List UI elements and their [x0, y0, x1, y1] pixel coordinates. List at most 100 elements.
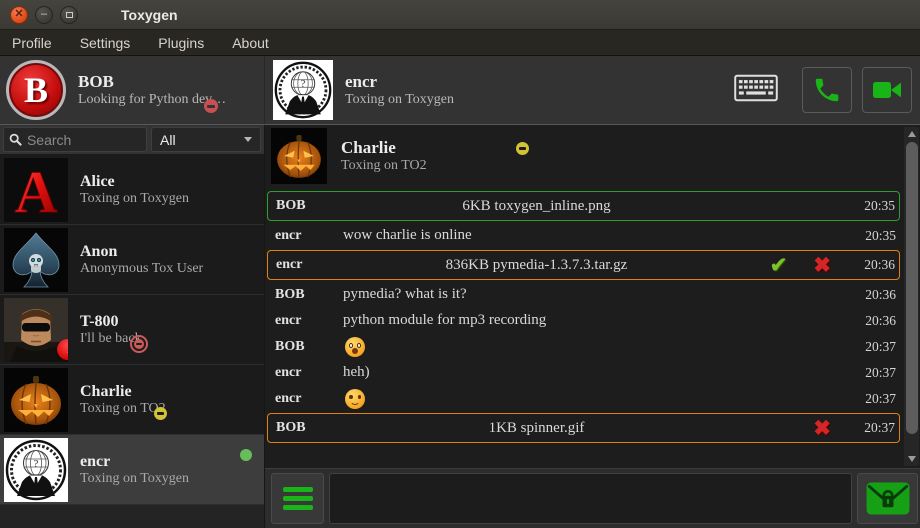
encr-avatar: ? [4, 438, 68, 502]
contact-status-message: Anonymous Tox User [80, 261, 203, 277]
chat-peer-status-message: Toxing on TO2 [341, 158, 529, 174]
menu-profile[interactable]: Profile [12, 35, 52, 51]
search-icon [9, 132, 22, 147]
contact-list: A Alice Toxing on Toxygen [0, 155, 264, 528]
away-status-icon [516, 142, 529, 155]
svg-text:?: ? [301, 79, 306, 90]
away-status-icon [154, 407, 167, 420]
window-close-button[interactable]: ✕ [10, 6, 28, 24]
contact-row-encr[interactable]: ? encr Toxing on Toxygen [0, 435, 264, 505]
chevron-down-icon [244, 137, 252, 142]
text-message: encr wow charlie is online 20:35 [267, 223, 900, 248]
message-time: 20:37 [841, 420, 899, 436]
contact-name: Alice [80, 173, 189, 191]
t800-avatar: 2 [4, 298, 68, 362]
app-window: ✕ – Toxygen Profile Settings Plugins Abo… [0, 0, 920, 528]
smile-emoji-icon [345, 389, 365, 409]
top-panel: B BOB Looking for Python dev… [0, 56, 920, 125]
send-message-button[interactable] [857, 473, 918, 524]
window-minimize-button[interactable]: – [35, 6, 53, 24]
scroll-up-arrow[interactable] [904, 127, 919, 141]
active-contact-name: encr [345, 72, 454, 92]
message-sender: encr [267, 313, 343, 329]
message-time: 20:35 [841, 198, 899, 214]
message-time: 20:36 [842, 287, 900, 303]
chat-area: Charlie Toxing on TO2 BOB 6KB toxygen_in… [265, 125, 920, 528]
message-list: BOB 6KB toxygen_inline.png 20:35 encr wo… [265, 187, 902, 443]
message-sender: BOB [267, 339, 343, 355]
avatar-letter: B [24, 69, 48, 111]
window-title: Toxygen [121, 7, 178, 23]
charlie-avatar [4, 368, 68, 432]
menu-icon [283, 487, 313, 492]
message-sender: encr [268, 257, 344, 273]
contacts-filter-dropdown[interactable]: All [151, 127, 261, 152]
chat-peer-name: Charlie [341, 138, 396, 158]
audio-call-button[interactable] [802, 67, 852, 113]
contact-name: Charlie [80, 383, 166, 401]
message-sender: encr [267, 391, 343, 407]
emoji-message: BOB 20:37 [267, 334, 900, 359]
message-time: 20:37 [842, 339, 900, 355]
svg-text:?: ? [34, 458, 39, 470]
anon-avatar [4, 228, 68, 292]
phone-icon [812, 75, 842, 105]
chat-scroll-region: Charlie Toxing on TO2 BOB 6KB toxygen_in… [265, 125, 920, 468]
message-text: heh) [343, 364, 730, 381]
keyboard-icon[interactable] [734, 74, 778, 107]
message-composer [265, 468, 920, 528]
message-input[interactable] [329, 473, 852, 524]
menubar: Profile Settings Plugins About [0, 30, 920, 56]
contact-row-t800[interactable]: 2 T-800 I'll be back [0, 295, 264, 365]
menu-settings[interactable]: Settings [80, 35, 131, 51]
unread-count-badge: 2 [57, 339, 68, 360]
alice-avatar: A [4, 158, 68, 222]
secure-send-icon [866, 482, 910, 515]
message-sender: encr [267, 228, 343, 244]
cancel-file-button[interactable]: ✖ [813, 255, 831, 276]
busy-status-icon[interactable] [204, 99, 218, 113]
message-sender: encr [267, 365, 343, 381]
active-contact-card: ? encr Toxing on Toxygen [265, 56, 462, 124]
scrollbar-thumb[interactable] [906, 142, 918, 434]
message-time: 20:35 [842, 228, 900, 244]
message-sender: BOB [267, 287, 343, 303]
titlebar: ✕ – Toxygen [0, 0, 920, 30]
active-contact-status-message: Toxing on Toxygen [345, 92, 454, 108]
attachments-menu-button[interactable] [271, 473, 324, 524]
message-time: 20:36 [841, 257, 899, 273]
chat-scrollbar[interactable] [904, 127, 919, 466]
message-time: 20:37 [842, 391, 900, 407]
self-profile-card: B BOB Looking for Python dev… [0, 56, 265, 124]
message-text: pymedia? what is it? [343, 286, 730, 303]
accept-file-button[interactable]: ✔ [770, 255, 788, 276]
file-transfer-message: BOB 6KB toxygen_inline.png 20:35 [267, 191, 900, 221]
contact-row-charlie[interactable]: Charlie Toxing on TO2 [0, 365, 264, 435]
self-name[interactable]: BOB [78, 72, 226, 92]
contact-row-alice[interactable]: A Alice Toxing on Toxygen [0, 155, 264, 225]
file-transfer-message: BOB 1KB spinner.gif ✖ 20:37 [267, 413, 900, 443]
contact-status-message: Toxing on TO2 [80, 401, 166, 417]
text-message: encr heh) 20:37 [267, 360, 900, 385]
emoji-message: encr 20:37 [267, 386, 900, 411]
message-sender: BOB [268, 198, 344, 214]
contacts-sidebar: All A [0, 125, 265, 528]
video-call-button[interactable] [862, 67, 912, 113]
chat-peer-avatar [271, 128, 327, 184]
window-maximize-button[interactable] [60, 6, 78, 24]
file-transfer-message: encr 836KB pymedia-1.3.7.3.tar.gz ✔ ✖ 20… [267, 250, 900, 280]
chat-peer-header: Charlie Toxing on TO2 [265, 125, 902, 187]
cancel-file-button[interactable]: ✖ [813, 418, 831, 439]
svg-text:A: A [14, 159, 57, 222]
search-box[interactable] [3, 127, 147, 152]
scroll-down-arrow[interactable] [904, 452, 919, 466]
contact-name: encr [80, 453, 189, 471]
file-name: 836KB pymedia-1.3.7.3.tar.gz [344, 257, 729, 274]
menu-about[interactable]: About [232, 35, 269, 51]
anonymous-avatar-graphic: ? [273, 60, 333, 120]
self-avatar[interactable]: B [6, 60, 66, 120]
active-contact-avatar: ? [273, 60, 333, 120]
search-input[interactable] [27, 132, 141, 148]
contact-row-anon[interactable]: Anon Anonymous Tox User [0, 225, 264, 295]
menu-plugins[interactable]: Plugins [158, 35, 204, 51]
